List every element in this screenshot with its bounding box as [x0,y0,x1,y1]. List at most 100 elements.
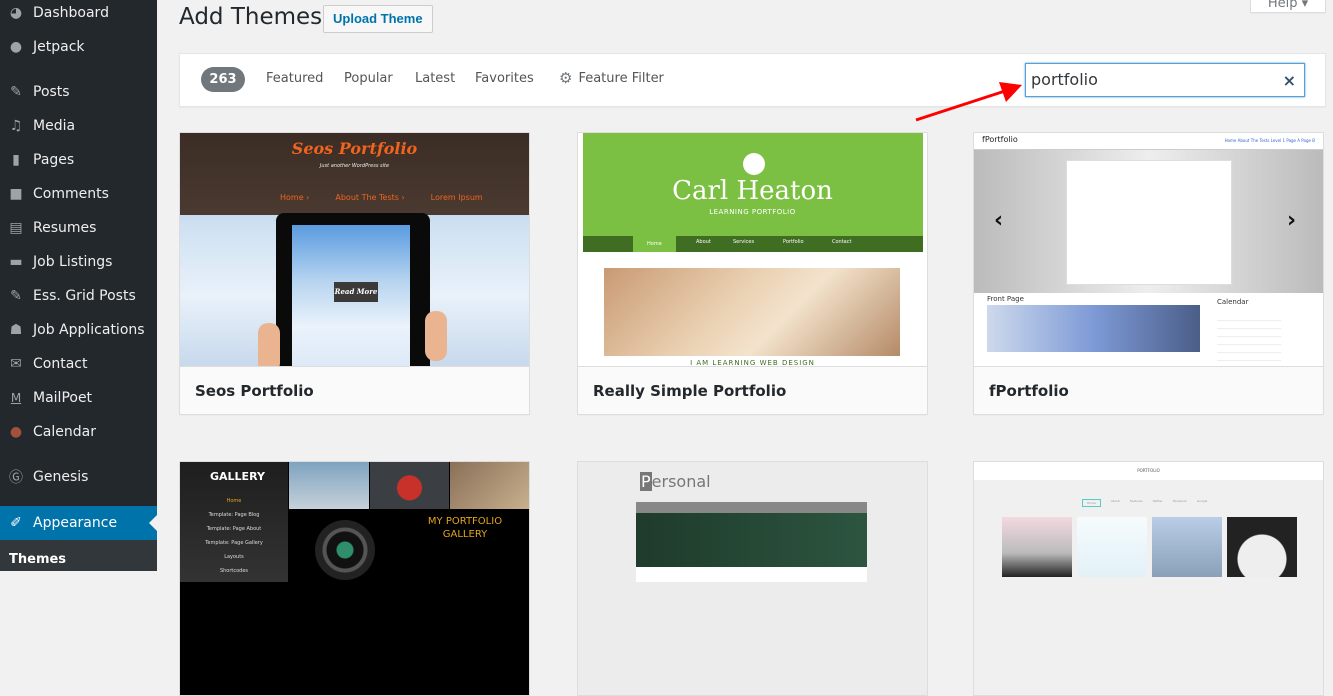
preview-nav-item: About The Tests › [335,193,405,202]
theme-filter-bar: 263 Featured Popular Latest Favorites ⚙ … [179,53,1326,107]
preview-menu-item: Home [226,498,242,504]
preview-photo [1002,517,1072,577]
preview-slider: ‹ › [974,150,1323,293]
preview-banner [987,305,1200,352]
preview-tab: About [1110,499,1120,503]
preview-leaf-logo [743,153,765,175]
theme-screenshot: PORTFOLIO Home About Features Twitter Fa… [974,462,1323,695]
sidebar-item-jetpack[interactable]: ● Jetpack [0,30,157,64]
sidebar-item-job-applications[interactable]: ☗ Job Applications [0,313,157,347]
theme-card[interactable]: PORTFOLIO Home About Features Twitter Fa… [973,461,1324,696]
preview-menu-item: Template: Page About [206,526,262,532]
theme-name: Really Simple Portfolio [578,366,927,414]
theme-screenshot: Carl Heaton LEARNING PORTFOLIO Home Abou… [578,133,927,366]
sidebar-item-contact[interactable]: ✉ Contact [0,347,157,381]
preview-nav [636,502,867,513]
preview-nav: Home › About The Tests › Lorem Ipsum [280,193,483,202]
submenu-item-themes[interactable]: Themes [9,552,66,567]
tab-featured[interactable]: Featured [266,71,323,86]
sidebar-item-label: Ess. Grid Posts [33,288,136,304]
preview-photo [1152,517,1222,577]
upload-theme-button[interactable]: Upload Theme [323,5,433,33]
chevron-right-icon: › [1287,208,1297,233]
genesis-icon: Ⓖ [9,470,23,486]
preview-menu-item: Layouts [224,554,244,560]
preview-menu: Home About The Tests Level 1 Page A Page… [1224,138,1315,143]
preview-brand-rest: ersonal [651,472,711,491]
sidebar-item-label: Genesis [33,469,89,485]
sidebar-item-resumes[interactable]: ▤ Resumes [0,211,157,245]
preview-photo [450,462,529,509]
preview-tab: Twitter [1152,499,1163,503]
sidebar-item-job-listings[interactable]: ▬ Job Listings [0,245,157,279]
preview-hand [258,323,280,366]
preview-tab: Google [1196,499,1208,503]
briefcase-icon: ▬ [9,254,23,270]
theme-screenshot: Seos Portfolio Just another WordPress si… [180,133,529,366]
preview-headline: MY PORTFOLIO GALLERY [427,516,503,540]
sidebar-item-comments[interactable]: ■ Comments [0,177,157,211]
sidebar-item-label: Contact [33,356,88,372]
sidebar-item-dashboard[interactable]: ◕ Dashboard [0,0,157,30]
tab-favorites[interactable]: Favorites [475,71,534,86]
preview-photo [1077,517,1147,577]
paintbrush-icon: ✐ [10,515,22,531]
clear-search-icon[interactable]: × [1283,71,1296,90]
preview-footer-text: I AM LEARNING WEB DESIGN [690,359,815,366]
sidebar-item-calendar[interactable]: ● Calendar [0,415,157,449]
search-themes-field[interactable]: × [1025,63,1305,97]
preview-nav: Home About Services Portfolio Contact [583,236,923,252]
preview-brand: Personal [640,472,711,491]
theme-name: fPortfolio [974,366,1323,414]
sidebar-item-label: Dashboard [33,5,109,21]
theme-screenshot: GALLERY Home Template: Page Blog Templat… [180,462,529,695]
preview-brand: Seos Portfolio [291,139,418,158]
sidebar-item-pages[interactable]: ▮ Pages [0,143,157,177]
preview-widget-title: Calendar [1217,298,1249,306]
preview-nav-item: Services [733,239,755,245]
preview-subtitle: LEARNING PORTFOLIO [709,208,796,216]
sidebar-item-genesis[interactable]: Ⓖ Genesis [0,460,157,494]
gear-icon: ⚙ [559,69,573,87]
theme-card[interactable]: fPortfolio Home About The Tests Level 1 … [973,132,1324,415]
sidebar-item-label: Appearance [33,515,118,531]
preview-tab: Facebook [1172,499,1187,503]
preview-calendar [1217,313,1281,363]
calendar-icon: ● [9,424,23,440]
pages-icon: ▮ [12,152,20,168]
sidebar-item-label: Resumes [33,220,97,236]
sidebar-item-media[interactable]: ♫ Media [0,109,157,143]
sidebar-item-label: Job Applications [33,322,145,338]
mailpoet-icon: M [10,391,22,405]
document-icon: ▤ [9,220,23,236]
preview-nav-item: Lorem Ipsum [430,193,483,202]
preview-camera-lens [315,520,375,580]
preview-brand-initial: P [640,472,652,491]
sidebar-item-mailpoet[interactable]: M MailPoet [0,381,157,415]
sidebar-item-posts[interactable]: ✎ Posts [0,75,157,109]
theme-card[interactable]: Seos Portfolio Just another WordPress si… [179,132,530,415]
preview-brand: fPortfolio [982,135,1018,144]
admin-sidebar: ◕ Dashboard ● Jetpack ✎ Posts ♫ Media ▮ … [0,0,157,571]
sidebar-item-ess-grid-posts[interactable]: ✎ Ess. Grid Posts [0,279,157,313]
tab-popular[interactable]: Popular [344,71,393,86]
envelope-icon: ✉ [10,356,22,372]
feature-filter-button[interactable]: ⚙ Feature Filter [559,69,664,87]
sidebar-item-label: Jetpack [33,39,85,55]
theme-card[interactable]: Carl Heaton LEARNING PORTFOLIO Home Abou… [577,132,928,415]
theme-card[interactable]: GALLERY Home Template: Page Blog Templat… [179,461,530,696]
help-button[interactable]: Help ▾ [1250,0,1326,13]
search-input[interactable] [1026,64,1266,94]
sidebar-item-label: Media [33,118,76,134]
page-title: Add Themes [179,4,323,30]
preview-nav-item: Home › [280,193,310,202]
chevron-left-icon: ‹ [994,208,1004,233]
theme-card[interactable]: Personal [577,461,928,696]
annotation-arrow [915,82,1022,122]
preview-brand: GALLERY [210,470,265,483]
preview-tab: Home [1082,499,1101,507]
preview-brand: Carl Heaton [672,176,833,206]
sidebar-item-appearance[interactable]: ✐ Appearance [0,506,157,540]
tab-latest[interactable]: Latest [415,71,455,86]
preview-clock-photo [1227,517,1297,577]
